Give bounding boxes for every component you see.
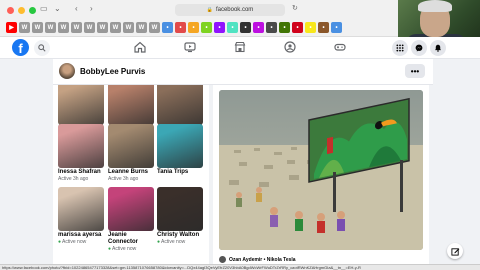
bookmark-icon[interactable]: • — [331, 22, 342, 33]
bookmark-icon[interactable]: • — [175, 22, 186, 33]
status-bar-url: https://www.facebook.com/photo/?fbid=102… — [0, 264, 480, 270]
profile-header: BobbyLee Purvis ••• — [53, 59, 433, 85]
page-background: Kristin McCulloughActive nowJeovanna De … — [0, 59, 480, 264]
friend-photo[interactable] — [58, 187, 104, 231]
window-controls — [7, 7, 36, 14]
friend-status: Active 3h ago — [58, 176, 89, 182]
minimize-window-button[interactable] — [18, 7, 25, 14]
friend-card[interactable]: Leanne Burns Active 3h ago — [108, 124, 154, 182]
friend-name[interactable]: Tania Trips — [157, 169, 203, 176]
wikipedia-icon[interactable]: W — [84, 22, 95, 33]
bookmark-icon[interactable]: • — [305, 22, 316, 33]
zoom-window-button[interactable] — [29, 7, 36, 14]
profile-name[interactable]: BobbyLee Purvis — [80, 67, 145, 76]
friend-name[interactable]: Jeanie Connector — [108, 232, 154, 246]
bookmark-icon[interactable]: • — [292, 22, 303, 33]
compose-icon — [450, 247, 459, 256]
bookmark-icon[interactable]: • — [227, 22, 238, 33]
wikipedia-icon[interactable]: W — [136, 22, 147, 33]
friend-name[interactable]: Inessa Shafran — [58, 169, 104, 176]
bookmark-icon[interactable]: • — [201, 22, 212, 33]
wikipedia-icon[interactable]: W — [149, 22, 160, 33]
bookmark-icon[interactable]: • — [253, 22, 264, 33]
notifications-icon[interactable] — [430, 40, 446, 56]
bookmark-icon[interactable]: • — [318, 22, 329, 33]
wikipedia-icon[interactable]: W — [71, 22, 82, 33]
friend-name[interactable]: marissa ayersa — [58, 232, 104, 239]
more-options-button[interactable]: ••• — [405, 64, 425, 78]
friend-status: Active now — [157, 239, 203, 245]
friend-card[interactable]: Tania Trips — [157, 124, 203, 176]
close-window-button[interactable] — [7, 7, 14, 14]
friend-card[interactable]: Jeanie ConnectorActive now — [108, 187, 154, 252]
youtube-icon[interactable]: ▶ — [6, 22, 17, 33]
bookmark-icon[interactable]: • — [266, 22, 277, 33]
messenger-icon[interactable] — [411, 40, 427, 56]
friend-name[interactable]: Christy Walton — [157, 232, 203, 239]
friend-status: Active now — [108, 246, 154, 252]
friend-card[interactable]: Inessa Shafran Active 3h ago — [58, 124, 104, 182]
friend-card[interactable]: Christy WaltonActive now — [157, 187, 203, 245]
post-image[interactable] — [219, 90, 423, 250]
friend-card[interactable]: marissa ayersaActive now — [58, 187, 104, 245]
friend-photo[interactable] — [108, 124, 154, 168]
wikipedia-icon[interactable]: W — [123, 22, 134, 33]
wikipedia-icon[interactable]: W — [110, 22, 121, 33]
back-arrow-icon[interactable]: ‹ — [75, 4, 78, 13]
compose-message-button[interactable] — [447, 243, 463, 259]
wikipedia-icon[interactable]: W — [58, 22, 69, 33]
sidebar-toggle-icon[interactable]: ▭ — [40, 4, 48, 13]
bookmark-icon[interactable]: • — [214, 22, 225, 33]
post-card: Ozan Aydemir • Nikola Tesla — [213, 82, 429, 264]
facebook-top-nav: f — [0, 37, 480, 59]
reload-icon[interactable]: ↻ — [292, 4, 298, 12]
wikipedia-icon[interactable]: W — [32, 22, 43, 33]
post-authors-text: Ozan Aydemir • Nikola Tesla — [229, 256, 296, 263]
bookmark-icon[interactable]: • — [188, 22, 199, 33]
chevron-down-icon[interactable]: ⌄ — [54, 4, 61, 13]
forward-arrow-icon[interactable]: › — [90, 4, 93, 13]
facebook-logo-icon[interactable]: f — [12, 39, 29, 56]
search-button[interactable] — [34, 40, 50, 56]
bookmarks-bar: ▶ W W W W W W W W W W W • • • • • • • • • • • • • • — [6, 22, 342, 33]
bookmark-icon[interactable]: • — [279, 22, 290, 33]
friend-photo[interactable] — [108, 187, 154, 231]
friend-status: Active 3h ago — [108, 176, 139, 182]
bookmark-icon[interactable]: • — [240, 22, 251, 33]
post-artwork — [219, 90, 423, 250]
friend-photo[interactable] — [108, 81, 154, 125]
groups-icon[interactable] — [283, 40, 297, 54]
wikipedia-icon[interactable]: W — [97, 22, 108, 33]
post-authors[interactable]: Ozan Aydemir • Nikola Tesla — [219, 256, 296, 263]
friends-panel: Kristin McCulloughActive nowJeovanna De … — [53, 59, 209, 264]
friend-name[interactable]: Leanne Burns — [108, 169, 154, 176]
friend-photo[interactable] — [157, 81, 203, 125]
friend-status: Active now — [58, 239, 104, 245]
wikipedia-icon[interactable]: W — [19, 22, 30, 33]
friend-photo[interactable] — [157, 187, 203, 231]
address-bar[interactable]: 🔒 facebook.com — [175, 4, 285, 16]
search-icon — [38, 44, 46, 52]
lock-icon: 🔒 — [206, 7, 213, 13]
friend-photo[interactable] — [157, 124, 203, 168]
marketplace-icon[interactable] — [233, 40, 247, 54]
avatar[interactable] — [59, 63, 75, 79]
home-icon[interactable] — [133, 40, 147, 54]
gaming-icon[interactable] — [333, 40, 347, 54]
menu-grid-icon[interactable] — [392, 40, 408, 56]
wikipedia-icon[interactable]: W — [45, 22, 56, 33]
author-avatar — [219, 256, 226, 263]
watch-icon[interactable] — [183, 40, 197, 54]
bookmark-icon[interactable]: • — [162, 22, 173, 33]
address-text: facebook.com — [215, 7, 254, 13]
friend-photo[interactable] — [58, 124, 104, 168]
friend-photo[interactable] — [58, 81, 104, 125]
